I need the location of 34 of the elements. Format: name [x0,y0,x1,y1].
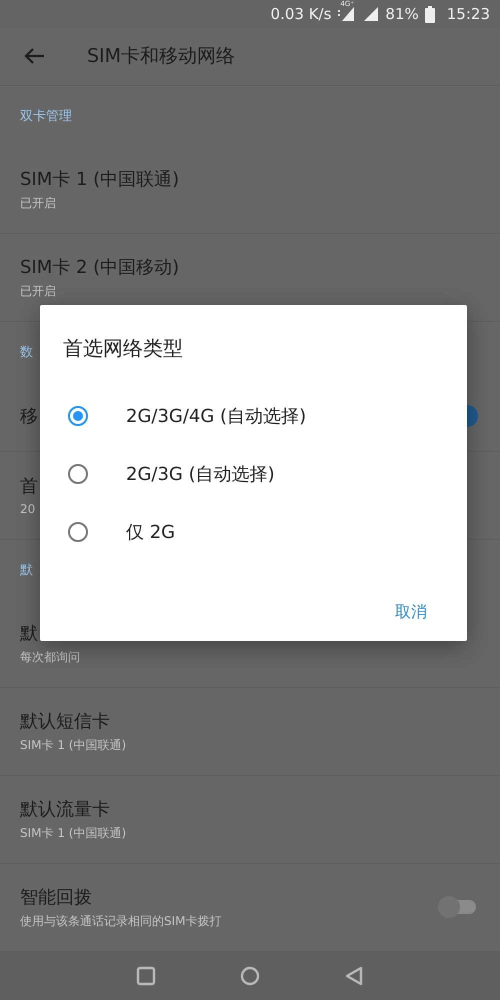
radio-button[interactable] [68,406,88,426]
dialog-title: 首选网络类型 [63,335,184,362]
network-speed: 0.03 K/s [270,5,332,24]
setting-summary: 已开启 [20,282,57,300]
option-label[interactable]: 2G/3G (自动选择) [126,462,275,486]
setting-summary: 已开启 [20,194,57,212]
option-label[interactable]: 仅 2G [126,520,176,544]
setting-summary: 每次都询问 [20,648,80,666]
home-circle-icon[interactable] [240,966,260,986]
setting-summary: 使用与该条通话记录相同的SIM卡拨打 [20,912,222,930]
radio-button[interactable] [68,464,88,484]
section-header: 双卡管理 [20,108,72,125]
setting-title[interactable]: SIM卡 1 (中国联通) [20,166,180,191]
square-icon[interactable] [136,966,156,986]
section-header: 默 [20,562,33,579]
radio-button[interactable] [68,522,88,542]
setting-summary: SIM卡 1 (中国联通) [20,824,126,842]
setting-title[interactable]: 移 [20,404,38,428]
setting-title[interactable]: 首 [20,474,38,498]
section-header: 数 [20,344,33,361]
clock: 15:23 [446,5,490,24]
setting-title[interactable]: SIM卡 2 (中国移动) [20,254,180,279]
setting-title[interactable]: 智能回拨 [20,884,222,909]
option-label[interactable]: 2G/3G/4G (自动选择) [126,404,306,428]
setting-summary: 20 [20,502,36,516]
setting-title[interactable]: 默认短信卡 [20,708,126,733]
screen-title: SIM卡和移动网络 [87,44,236,70]
setting-title[interactable]: 默认流量卡 [20,796,126,821]
setting-summary: SIM卡 1 (中国联通) [20,736,126,754]
back-arrow-icon[interactable] [23,47,45,66]
signal-icon [337,6,356,22]
battery-level: 81% [385,5,419,24]
battery-icon [424,6,435,23]
back-triangle-icon[interactable] [344,966,364,986]
